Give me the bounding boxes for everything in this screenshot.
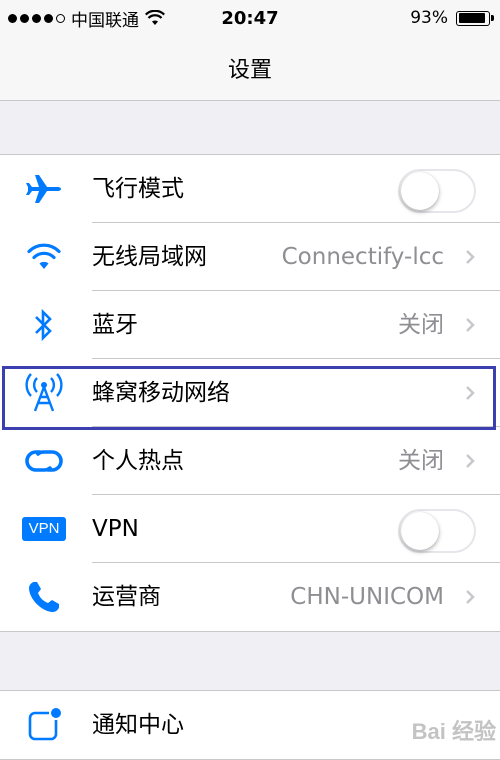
phone-icon (22, 577, 66, 617)
settings-row-carrier[interactable]: 运营商 CHN-UNICOM (0, 563, 500, 631)
settings-row-wlan[interactable]: 无线局域网 Connectify-lcc (0, 223, 500, 291)
battery-percent: 93% (410, 8, 448, 28)
settings-row-label: VPN (92, 516, 139, 542)
airplane-mode-toggle[interactable] (398, 169, 476, 213)
page-title: 设置 (227, 58, 272, 83)
settings-row-value: CHN-UNICOM (290, 584, 444, 610)
chevron-right-icon (466, 386, 475, 400)
settings-row-label: 蜂窝移动网络 (92, 380, 230, 406)
settings-row-airplane-mode: 飞行模式 (0, 155, 500, 223)
status-right: 93% (410, 0, 494, 36)
status-bar: 中国联通 20:47 93% (0, 0, 500, 36)
settings-row-personal-hotspot[interactable]: 个人热点 关闭 (0, 427, 500, 495)
airplane-icon (22, 169, 66, 209)
settings-row-label: 个人热点 (92, 448, 184, 474)
toggle-knob (401, 512, 439, 550)
hotspot-icon (22, 441, 66, 481)
notification-center-icon (22, 705, 66, 745)
wifi-icon (22, 237, 66, 277)
settings-row-label: 通知中心 (92, 712, 184, 738)
settings-row-label: 运营商 (92, 584, 161, 610)
settings-row-value: 关闭 (398, 448, 444, 474)
settings-row-value: Connectify-lcc (281, 244, 444, 270)
battery-icon (456, 10, 494, 26)
settings-group-connectivity: 飞行模式 无线局域网 Connectify-lcc 蓝牙 关闭 蜂窝移动网络 个… (0, 154, 500, 632)
bluetooth-icon (22, 305, 66, 345)
vpn-badge: VPN (22, 517, 66, 541)
toggle-knob (401, 172, 439, 210)
settings-row-label: 无线局域网 (92, 244, 207, 270)
battery-fill (458, 13, 486, 23)
settings-row-cellular[interactable]: 蜂窝移动网络 (0, 359, 500, 427)
settings-row-bluetooth[interactable]: 蓝牙 关闭 (0, 291, 500, 359)
chevron-right-icon (466, 454, 475, 468)
watermark-logo: Bai 经验 (411, 719, 496, 744)
vpn-icon: VPN (22, 509, 66, 549)
navigation-bar: 设置 (0, 36, 500, 101)
settings-row-value: 关闭 (398, 312, 444, 338)
settings-row-label: 蓝牙 (92, 312, 138, 338)
chevron-right-icon (466, 590, 475, 604)
settings-row-label: 飞行模式 (92, 176, 184, 202)
settings-row-vpn: VPN VPN (0, 495, 500, 563)
cellular-antenna-icon (22, 373, 66, 413)
vpn-toggle[interactable] (398, 509, 476, 553)
chevron-right-icon (466, 318, 475, 332)
chevron-right-icon (466, 250, 475, 264)
